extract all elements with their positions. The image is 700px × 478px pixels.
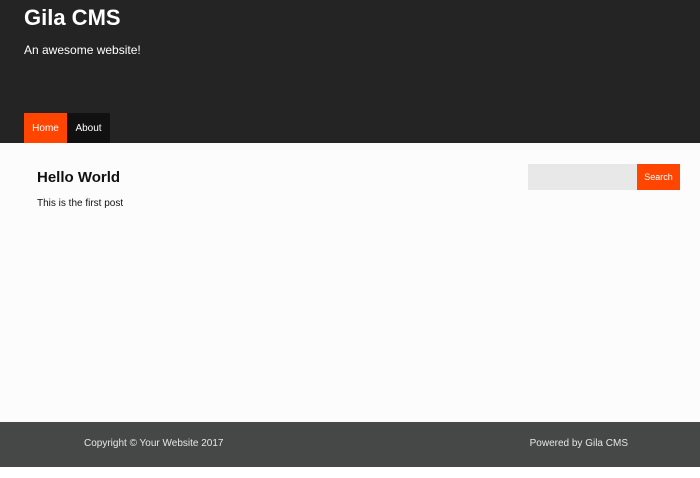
page-bottom-strip — [0, 467, 700, 478]
site-footer: Copyright © Your Website 2017 Powered by… — [0, 422, 700, 467]
main-nav: Home About — [24, 113, 110, 143]
nav-item-home[interactable]: Home — [24, 113, 67, 143]
search-form: Search — [528, 164, 680, 190]
page: Gila CMS An awesome website! Home About … — [0, 0, 700, 478]
search-button[interactable]: Search — [637, 164, 680, 190]
footer-copyright: Copyright © Your Website 2017 — [84, 438, 224, 449]
site-tagline: An awesome website! — [24, 43, 141, 57]
nav-item-about[interactable]: About — [67, 113, 110, 143]
footer-powered-by: Powered by Gila CMS — [529, 438, 628, 449]
site-title-link[interactable]: Gila CMS — [24, 5, 121, 31]
main-content: Hello World This is the first post Searc… — [0, 143, 700, 422]
post-title[interactable]: Hello World — [37, 169, 120, 186]
site-header: Gila CMS An awesome website! Home About — [0, 0, 700, 143]
post-body: This is the first post — [37, 198, 124, 209]
search-input[interactable] — [528, 164, 637, 190]
